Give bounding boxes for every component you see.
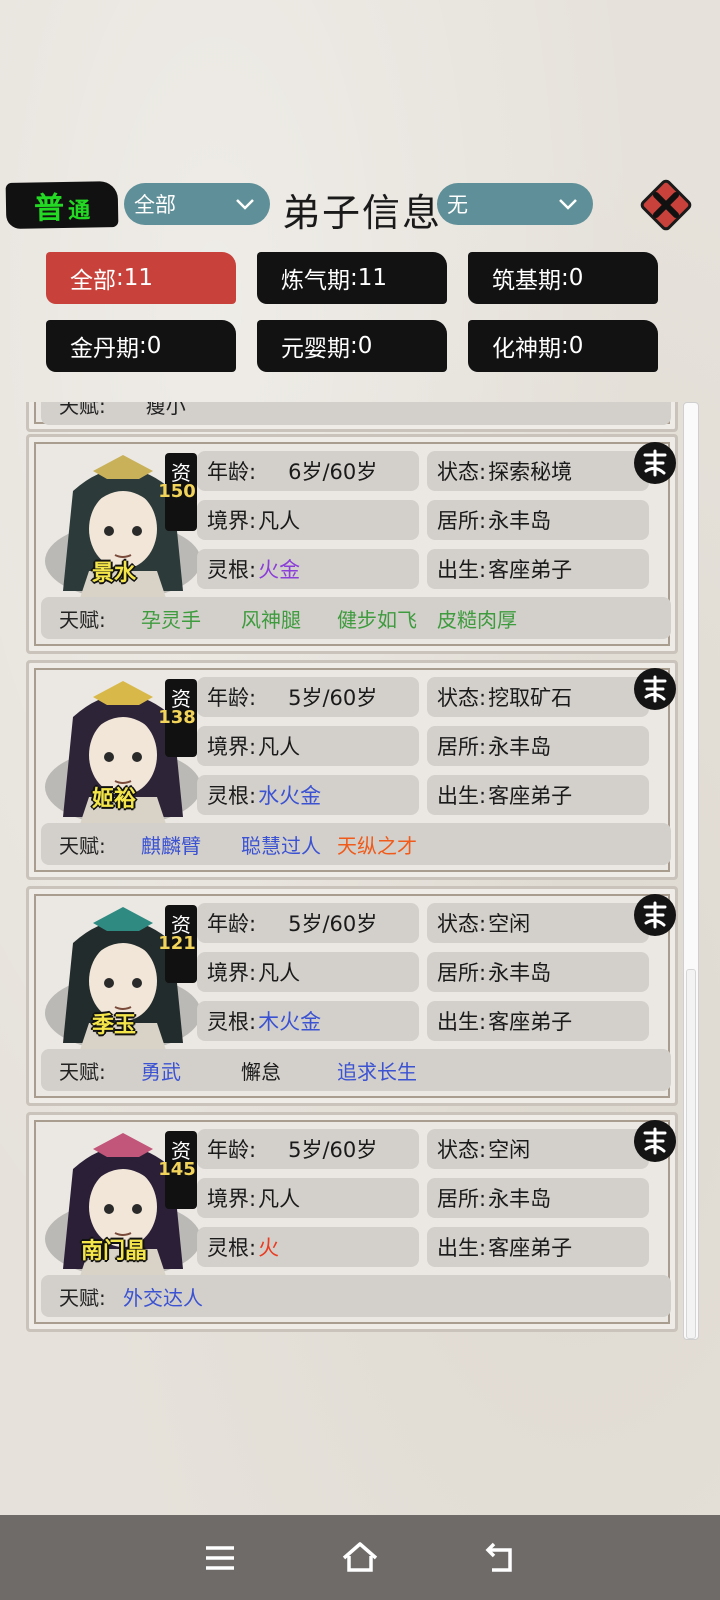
realm-tab-count: 0 <box>146 333 162 359</box>
talent-item[interactable]: 外交达人 <box>123 1282 203 1311</box>
talent-label: 天赋: <box>59 402 106 418</box>
realm-field: 境界: 凡人 <box>197 952 419 992</box>
seal-icon[interactable] <box>633 667 677 711</box>
age-field: 年龄: 5岁/60岁 <box>197 1129 419 1169</box>
residence-field: 居所: 永丰岛 <box>427 726 649 766</box>
realm-tab-count: 0 <box>357 333 373 359</box>
disciple-name: 姬裕 <box>91 787 136 812</box>
realm-tab-foundation[interactable]: 筑基期:0 <box>468 252 658 304</box>
realm-tab-label: 炼气期 <box>281 268 350 294</box>
realm-field: 境界: 凡人 <box>197 1178 419 1218</box>
talent-item[interactable]: 麒麟臂 <box>141 830 201 859</box>
close-icon[interactable] <box>639 178 693 232</box>
spirit-root-field: 灵根: 火 <box>197 1227 419 1267</box>
talent-item[interactable]: 聪慧过人 <box>241 830 321 859</box>
aptitude-value: 121 <box>158 933 196 954</box>
disciple-list[interactable]: 天赋: 瘦小 资 150 景水 年龄: 6岁/60岁 境界: 凡人 灵根: 火金 状态: 探索秘境居… <box>22 402 682 1360</box>
age-field: 年龄: 6岁/60岁 <box>197 451 419 491</box>
realm-field: 境界: 凡人 <box>197 726 419 766</box>
age-field: 年龄: 5岁/60岁 <box>197 677 419 717</box>
realm-tab-nascent-soul[interactable]: 元婴期:0 <box>257 320 447 372</box>
disciple-card-partial[interactable]: 天赋: 瘦小 <box>26 402 678 432</box>
aptitude-value: 138 <box>158 707 196 728</box>
seal-icon[interactable] <box>633 1119 677 1163</box>
realm-tab-label: 全部 <box>70 268 116 294</box>
menu-icon[interactable] <box>200 1538 240 1578</box>
residence-field: 居所: 永丰岛 <box>427 1178 649 1218</box>
talent-row: 天赋: 孕灵手 风神腿 健步如飞 皮糙肉厚 <box>41 597 671 639</box>
mode-badge[interactable]: 普 通 <box>5 181 119 229</box>
age-field: 年龄: 5岁/60岁 <box>197 903 419 943</box>
aptitude-value: 150 <box>158 481 196 502</box>
status-field: 状态: 挖取矿石 <box>427 677 649 717</box>
scrollbar-thumb[interactable] <box>686 969 696 1339</box>
home-icon[interactable] <box>340 1538 380 1578</box>
mode-sub-label: 通 <box>67 198 91 224</box>
aptitude-value: 145 <box>158 1159 196 1180</box>
realm-tab-label: 金丹期 <box>70 336 139 362</box>
sort-filter-dropdown[interactable]: 无 <box>437 183 593 225</box>
spirit-root-field: 灵根: 木火金 <box>197 1001 419 1041</box>
seal-icon[interactable] <box>633 441 677 485</box>
realm-field: 境界: 凡人 <box>197 500 419 540</box>
disciple-name: 南门晶 <box>80 1239 147 1264</box>
residence-field: 居所: 永丰岛 <box>427 952 649 992</box>
realm-tab-all[interactable]: 全部:11 <box>46 252 236 304</box>
talent-row: 天赋: 外交达人 <box>41 1275 671 1317</box>
status-field: 状态: 空闲 <box>427 1129 649 1169</box>
realm-tab-label: 筑基期 <box>492 268 561 294</box>
talent-item: 瘦小 <box>145 402 186 418</box>
mode-main-label: 普 <box>33 190 65 227</box>
birth-field: 出生: 客座弟子 <box>427 549 649 589</box>
residence-field: 居所: 永丰岛 <box>427 500 649 540</box>
page-title: 弟子信息 <box>282 191 443 235</box>
talent-row: 天赋: 瘦小 <box>41 402 671 425</box>
realm-tab-label: 元婴期 <box>281 336 350 362</box>
talent-item[interactable]: 皮糙肉厚 <box>437 604 517 633</box>
disciple-card[interactable]: 资 121 季玉 年龄: 5岁/60岁 境界: 凡人 灵根: 木火金 状态: 空闲 居所: 永丰岛 出生:… <box>26 886 678 1106</box>
chevron-down-icon <box>559 199 577 210</box>
category-filter-value: 全部 <box>134 193 176 217</box>
talent-item[interactable]: 追求长生 <box>337 1056 417 1085</box>
category-filter-dropdown[interactable]: 全部 <box>124 183 270 225</box>
sort-filter-value: 无 <box>447 193 468 217</box>
realm-tab-count: 11 <box>357 265 388 291</box>
back-icon[interactable] <box>480 1538 520 1578</box>
seal-icon[interactable] <box>633 893 677 937</box>
realm-tab-spirit-transformation[interactable]: 化神期:0 <box>468 320 658 372</box>
disciple-card[interactable]: 资 150 景水 年龄: 6岁/60岁 境界: 凡人 灵根: 火金 状态: 探索秘境 居所: 永丰岛 出生… <box>26 434 678 654</box>
disciple-card[interactable]: 资 138 姬裕 年龄: 5岁/60岁 境界: 凡人 灵根: 水火金 状态: 挖取矿石 居所: 永丰岛出… <box>26 660 678 880</box>
realm-tab-qi-refining[interactable]: 炼气期:11 <box>257 252 447 304</box>
status-field: 状态: 探索秘境 <box>427 451 649 491</box>
disciple-name: 季玉 <box>91 1013 136 1038</box>
realm-tab-golden-core[interactable]: 金丹期:0 <box>46 320 236 372</box>
talent-row: 天赋: 勇武 懈怠 追求长生 <box>41 1049 671 1091</box>
birth-field: 出生: 客座弟子 <box>427 775 649 815</box>
talent-item[interactable]: 勇武 <box>141 1056 181 1085</box>
list-scrollbar[interactable] <box>683 402 699 1340</box>
talent-item[interactable]: 懈怠 <box>241 1056 281 1085</box>
status-field: 状态: 空闲 <box>427 903 649 943</box>
system-nav-bar <box>0 1515 720 1600</box>
disciple-card[interactable]: 资 145 南门晶 年龄: 5岁/60岁 境界: 凡人 灵根: 火状态: 空闲 居所: 永丰岛 出生: 客… <box>26 1112 678 1332</box>
spirit-root-field: 灵根: 水火金 <box>197 775 419 815</box>
spirit-root-field: 灵根: 火金 <box>197 549 419 589</box>
talent-item[interactable]: 健步如飞 <box>337 604 417 633</box>
birth-field: 出生: 客座弟子 <box>427 1001 649 1041</box>
realm-tab-count: 0 <box>568 333 584 359</box>
chevron-down-icon <box>236 199 254 210</box>
talent-item[interactable]: 天纵之才 <box>337 830 417 859</box>
birth-field: 出生: 客座弟子 <box>427 1227 649 1267</box>
realm-tab-count: 0 <box>568 265 584 291</box>
realm-tab-label: 化神期 <box>492 336 561 362</box>
talent-row: 天赋: 麒麟臂 聪慧过人 天纵之才 <box>41 823 671 865</box>
realm-tab-count: 11 <box>123 265 154 291</box>
disciple-name: 景水 <box>91 561 136 586</box>
talent-item[interactable]: 孕灵手 <box>141 604 201 633</box>
talent-item[interactable]: 风神腿 <box>241 604 301 633</box>
